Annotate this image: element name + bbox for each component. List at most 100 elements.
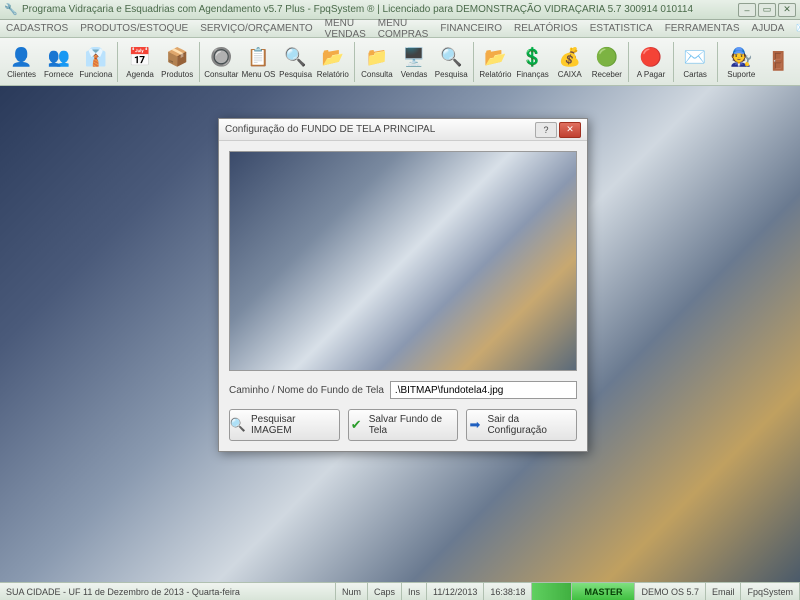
search-image-button[interactable]: 🔍 Pesquisar IMAGEM	[229, 409, 340, 441]
toolbar-label: Relatório	[479, 70, 511, 79]
menu-cadastros[interactable]: CADASTROS	[6, 23, 68, 34]
agenda-icon: 📅	[127, 44, 153, 70]
exit-icon: 🚪	[765, 49, 791, 75]
toolbar-suporte[interactable]: 🧑‍🔧Suporte	[724, 40, 759, 84]
toolbar-consulta[interactable]: 📁Consulta	[359, 40, 394, 84]
menu-compras[interactable]: MENU COMPRAS	[378, 18, 429, 40]
toolbar-label: Produtos	[161, 70, 193, 79]
toolbar-cartas[interactable]: ✉️Cartas	[678, 40, 713, 84]
menu-ajuda[interactable]: AJUDA	[752, 23, 785, 34]
maximize-button[interactable]: ▭	[758, 3, 776, 17]
statusbar: SUA CIDADE - UF 11 de Dezembro de 2013 -…	[0, 582, 800, 600]
toolbar-caixa[interactable]: 💰CAIXA	[552, 40, 587, 84]
toolbar-label: Suporte	[727, 70, 755, 79]
toolbar-label: Menu OS	[242, 70, 276, 79]
toolbar-label: Pesquisa	[435, 70, 468, 79]
status-fpq[interactable]: FpqSystem	[741, 583, 800, 600]
toolbar-produtos[interactable]: 📦Produtos	[160, 40, 195, 84]
produtos-icon: 📦	[164, 44, 190, 70]
menu-estatistica[interactable]: ESTATISTICA	[590, 23, 653, 34]
status-master: MASTER	[572, 583, 635, 600]
menu-vendas[interactable]: MENU VENDAS	[325, 18, 366, 40]
toolbar-exit[interactable]: 🚪	[761, 40, 796, 84]
dialog-close-button[interactable]: ✕	[559, 122, 581, 138]
toolbar-pesquisa[interactable]: 🔍Pesquisa	[278, 40, 313, 84]
receber-icon: 🟢	[594, 44, 620, 70]
menu-produtos[interactable]: PRODUTOS/ESTOQUE	[80, 23, 188, 34]
suporte-icon: 🧑‍🔧	[728, 44, 754, 70]
toolbar-clientes[interactable]: 👤Clientes	[4, 40, 39, 84]
menubar: CADASTROS PRODUTOS/ESTOQUE SERVIÇO/ORÇAM…	[0, 20, 800, 38]
toolbar: 👤Clientes👥Fornece👔Funciona📅Agenda📦Produt…	[0, 38, 800, 86]
a pagar-icon: 🔴	[638, 44, 664, 70]
config-dialog: Configuração do FUNDO DE TELA PRINCIPAL …	[218, 118, 588, 452]
save-wallpaper-button[interactable]: ✔ Salvar Fundo de Tela	[348, 409, 459, 441]
exit-config-button[interactable]: ➡ Sair da Configuração	[466, 409, 577, 441]
toolbar-relatório[interactable]: 📂Relatório	[315, 40, 350, 84]
fornece-icon: 👥	[46, 44, 72, 70]
toolbar-label: Funciona	[79, 70, 112, 79]
toolbar-label: Cartas	[683, 70, 707, 79]
toolbar-menu os[interactable]: 📋Menu OS	[241, 40, 276, 84]
status-demo: DEMO OS 5.7	[635, 583, 706, 600]
vendas-icon: 🖥️	[401, 44, 427, 70]
toolbar-relatório[interactable]: 📂Relatório	[478, 40, 513, 84]
toolbar-consultar[interactable]: 🔘Consultar	[204, 40, 239, 84]
status-ins: Ins	[402, 583, 427, 600]
menu-financeiro[interactable]: FINANCEIRO	[440, 23, 502, 34]
arrow-right-icon: ➡	[467, 417, 482, 433]
minimize-button[interactable]: –	[738, 3, 756, 17]
toolbar-label: Fornece	[44, 70, 73, 79]
toolbar-a pagar[interactable]: 🔴A Pagar	[633, 40, 668, 84]
toolbar-pesquisa[interactable]: 🔍Pesquisa	[434, 40, 469, 84]
toolbar-label: Agenda	[126, 70, 154, 79]
toolbar-label: Consultar	[204, 70, 238, 79]
status-date: 11/12/2013	[427, 583, 484, 600]
path-row: Caminho / Nome do Fundo de Tela	[229, 381, 577, 399]
status-time: 16:38:18	[484, 583, 532, 600]
status-city: SUA CIDADE - UF 11 de Dezembro de 2013 -…	[0, 583, 336, 600]
dialog-body: Caminho / Nome do Fundo de Tela 🔍 Pesqui…	[219, 141, 587, 451]
toolbar-label: CAIXA	[558, 70, 582, 79]
toolbar-receber[interactable]: 🟢Receber	[589, 40, 624, 84]
dialog-titlebar: Configuração do FUNDO DE TELA PRINCIPAL …	[219, 119, 587, 141]
toolbar-vendas[interactable]: 🖥️Vendas	[397, 40, 432, 84]
consulta-icon: 📁	[364, 44, 390, 70]
cartas-icon: ✉️	[682, 44, 708, 70]
menu-servico[interactable]: SERVIÇO/ORÇAMENTO	[200, 23, 312, 34]
menu-email[interactable]: ✉️E-MAIL	[796, 18, 800, 40]
close-button[interactable]: ✕	[778, 3, 796, 17]
search-icon: 🔍	[230, 417, 246, 433]
toolbar-funciona[interactable]: 👔Funciona	[78, 40, 113, 84]
funciona-icon: 👔	[83, 44, 109, 70]
toolbar-label: Consulta	[361, 70, 393, 79]
pesquisa-icon: 🔍	[438, 44, 464, 70]
menu-relatorios[interactable]: RELATÓRIOS	[514, 23, 578, 34]
toolbar-label: Finanças	[516, 70, 548, 79]
window-controls: – ▭ ✕	[738, 3, 796, 17]
toolbar-agenda[interactable]: 📅Agenda	[122, 40, 157, 84]
status-num: Num	[336, 583, 368, 600]
relatório-icon: 📂	[482, 44, 508, 70]
finanças-icon: 💲	[520, 44, 546, 70]
dialog-title-text: Configuração do FUNDO DE TELA PRINCIPAL	[225, 124, 435, 135]
check-icon: ✔	[349, 417, 364, 433]
toolbar-finanças[interactable]: 💲Finanças	[515, 40, 550, 84]
toolbar-label: Relatório	[317, 70, 349, 79]
email-icon: ✉️	[796, 23, 800, 34]
relatório-icon: 📂	[320, 44, 346, 70]
path-input[interactable]	[390, 381, 577, 399]
toolbar-label: Receber	[592, 70, 622, 79]
window-title: Programa Vidraçaria e Esquadrias com Age…	[22, 4, 693, 15]
status-email[interactable]: Email	[706, 583, 742, 600]
toolbar-fornece[interactable]: 👥Fornece	[41, 40, 76, 84]
toolbar-label: A Pagar	[637, 70, 665, 79]
app-icon: 🔧	[4, 3, 18, 17]
dialog-button-row: 🔍 Pesquisar IMAGEM ✔ Salvar Fundo de Tel…	[229, 409, 577, 441]
clientes-icon: 👤	[9, 44, 35, 70]
consultar-icon: 🔘	[208, 44, 234, 70]
menu os-icon: 📋	[245, 44, 271, 70]
dialog-help-button[interactable]: ?	[535, 122, 557, 138]
menu-ferramentas[interactable]: FERRAMENTAS	[665, 23, 740, 34]
pesquisa-icon: 🔍	[283, 44, 309, 70]
